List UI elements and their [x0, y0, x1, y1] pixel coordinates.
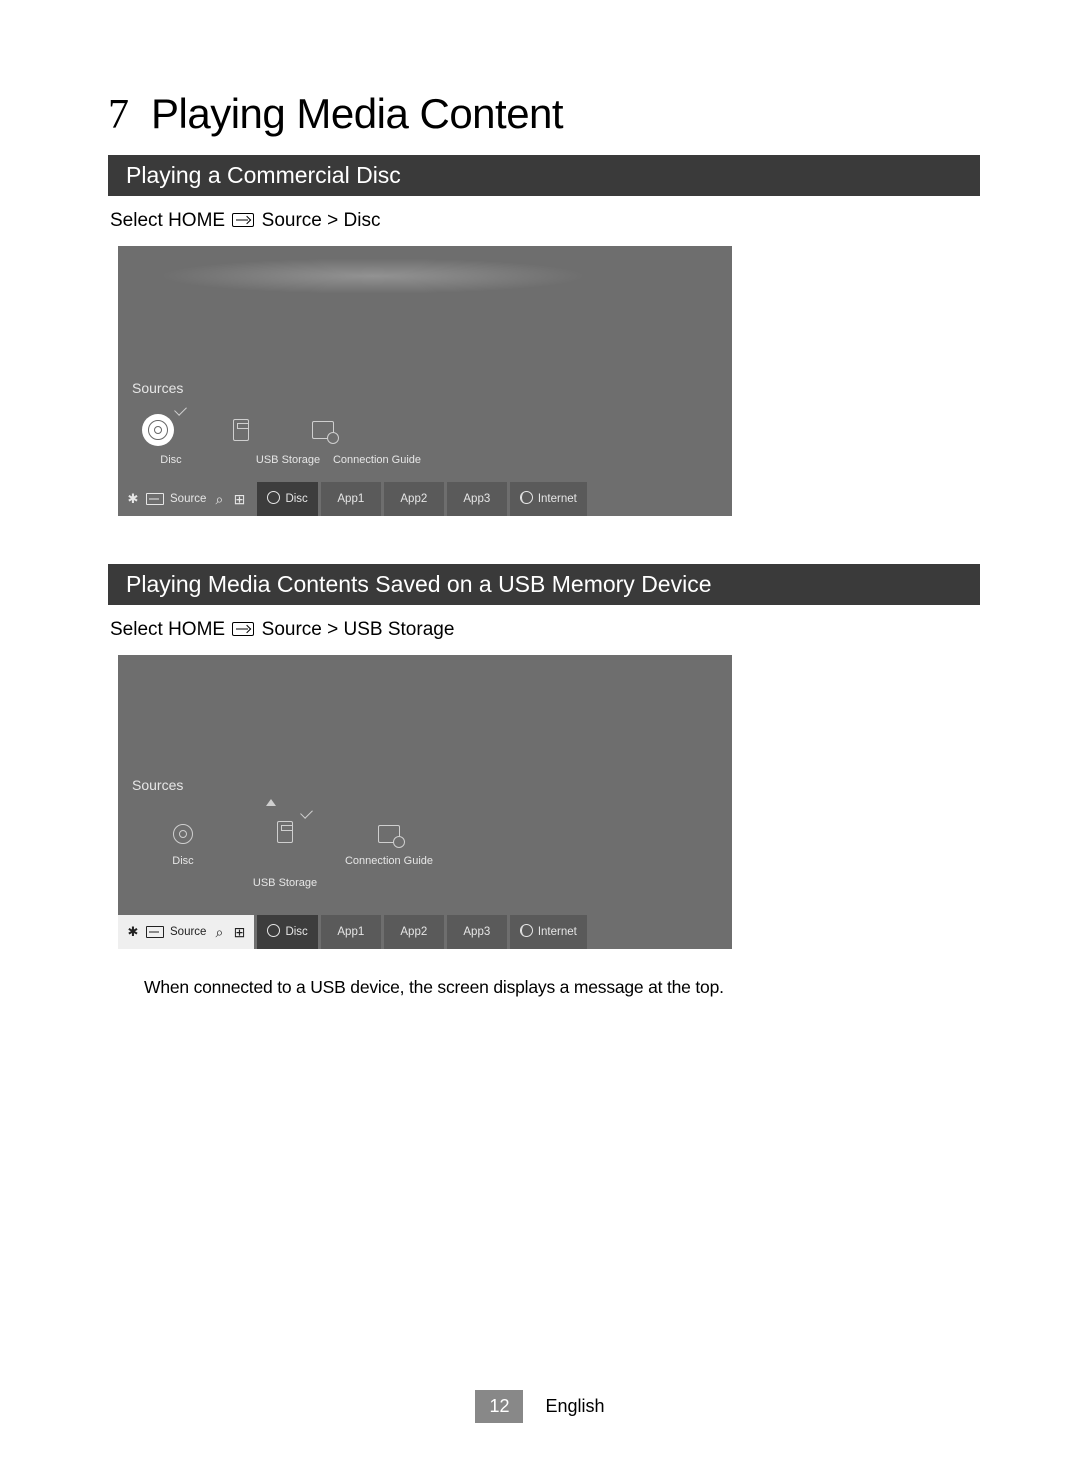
page-number: 12 — [475, 1390, 523, 1423]
breadcrumb-suffix: Source > USB Storage — [262, 619, 455, 640]
apps-icon[interactable] — [232, 492, 246, 506]
source-item-label: Connection Guide — [334, 855, 444, 867]
taskbar-cell-label: App3 — [463, 493, 490, 505]
taskbar-cell-label: App1 — [337, 493, 364, 505]
taskbar-left: Source — [118, 915, 254, 949]
sources-label: Sources — [118, 773, 732, 803]
source-item-label: USB Storage — [248, 454, 328, 466]
taskbar: Source Disc App1 App2 App3 Internet — [118, 915, 732, 949]
source-icon[interactable] — [146, 926, 164, 938]
section-heading-usb: Playing Media Contents Saved on a USB Me… — [108, 564, 980, 605]
taskbar-cell-label: Disc — [285, 926, 307, 938]
source-icon — [232, 622, 254, 636]
taskbar-left: Source — [118, 482, 254, 516]
settings-icon[interactable] — [126, 925, 140, 939]
taskbar-disc[interactable]: Disc — [257, 482, 317, 516]
breadcrumb-disc: Select HOME Source > Disc — [110, 210, 980, 232]
breadcrumb-suffix: Source > Disc — [262, 210, 381, 231]
taskbar-app2[interactable]: App2 — [384, 482, 444, 516]
search-icon[interactable] — [212, 925, 226, 939]
footer-language: English — [545, 1396, 604, 1417]
taskbar-app2[interactable]: App2 — [384, 915, 444, 949]
source-item-label: Disc — [136, 454, 206, 466]
taskbar-app1[interactable]: App1 — [321, 482, 381, 516]
section-heading-commercial-disc: Playing a Commercial Disc — [108, 155, 980, 196]
connection-guide-icon[interactable] — [308, 415, 338, 445]
disc-icon[interactable] — [142, 414, 174, 446]
usb-icon[interactable] — [270, 817, 300, 847]
taskbar-app1[interactable]: App1 — [321, 915, 381, 949]
chapter-title: 7 Playing Media Content — [108, 90, 980, 139]
source-item-label: Connection Guide — [322, 454, 432, 466]
taskbar-cell-label: App3 — [463, 926, 490, 938]
taskbar-cell-label: App1 — [337, 926, 364, 938]
apps-icon[interactable] — [232, 925, 246, 939]
source-icon[interactable] — [146, 493, 164, 505]
taskbar-cell-label: App2 — [400, 493, 427, 505]
breadcrumb-prefix: Select HOME — [110, 210, 230, 231]
taskbar: Source Disc App1 App2 App3 Internet — [118, 482, 732, 516]
taskbar-source-label: Source — [170, 493, 206, 505]
source-item-label: USB Storage — [240, 877, 330, 889]
tv-screenshot-usb: Sources Disc USB Storage Connection Guid… — [118, 655, 732, 949]
globe-icon — [520, 491, 533, 507]
source-item-label: Disc — [148, 855, 218, 867]
chapter-text: Playing Media Content — [151, 90, 563, 138]
taskbar-cell-label: App2 — [400, 926, 427, 938]
page-footer: 12 English — [0, 1390, 1080, 1423]
tv-screenshot-disc: Sources Disc USB Storage Connection Guid… — [118, 246, 732, 516]
taskbar-app3[interactable]: App3 — [447, 482, 507, 516]
disc-icon — [267, 924, 280, 940]
source-icon — [232, 213, 254, 227]
disc-icon — [267, 491, 280, 507]
breadcrumb-prefix: Select HOME — [110, 619, 230, 640]
glow-decoration — [158, 258, 588, 294]
taskbar-cell-label: Internet — [538, 493, 577, 505]
settings-icon[interactable] — [126, 492, 140, 506]
taskbar-internet[interactable]: Internet — [510, 915, 587, 949]
usb-icon[interactable] — [226, 415, 256, 445]
taskbar-cell-label: Internet — [538, 926, 577, 938]
sources-label: Sources — [118, 376, 732, 406]
chevron-up-icon — [266, 799, 276, 806]
globe-icon — [520, 924, 533, 940]
disc-icon[interactable] — [168, 819, 198, 849]
breadcrumb-usb: Select HOME Source > USB Storage — [110, 619, 980, 641]
usb-note: When connected to a USB device, the scre… — [144, 977, 980, 998]
chapter-number: 7 — [108, 91, 129, 139]
search-icon[interactable] — [212, 492, 226, 506]
taskbar-app3[interactable]: App3 — [447, 915, 507, 949]
taskbar-disc[interactable]: Disc — [257, 915, 317, 949]
taskbar-source-label: Source — [170, 926, 206, 938]
taskbar-internet[interactable]: Internet — [510, 482, 587, 516]
connection-guide-icon[interactable] — [374, 819, 404, 849]
taskbar-cell-label: Disc — [285, 493, 307, 505]
